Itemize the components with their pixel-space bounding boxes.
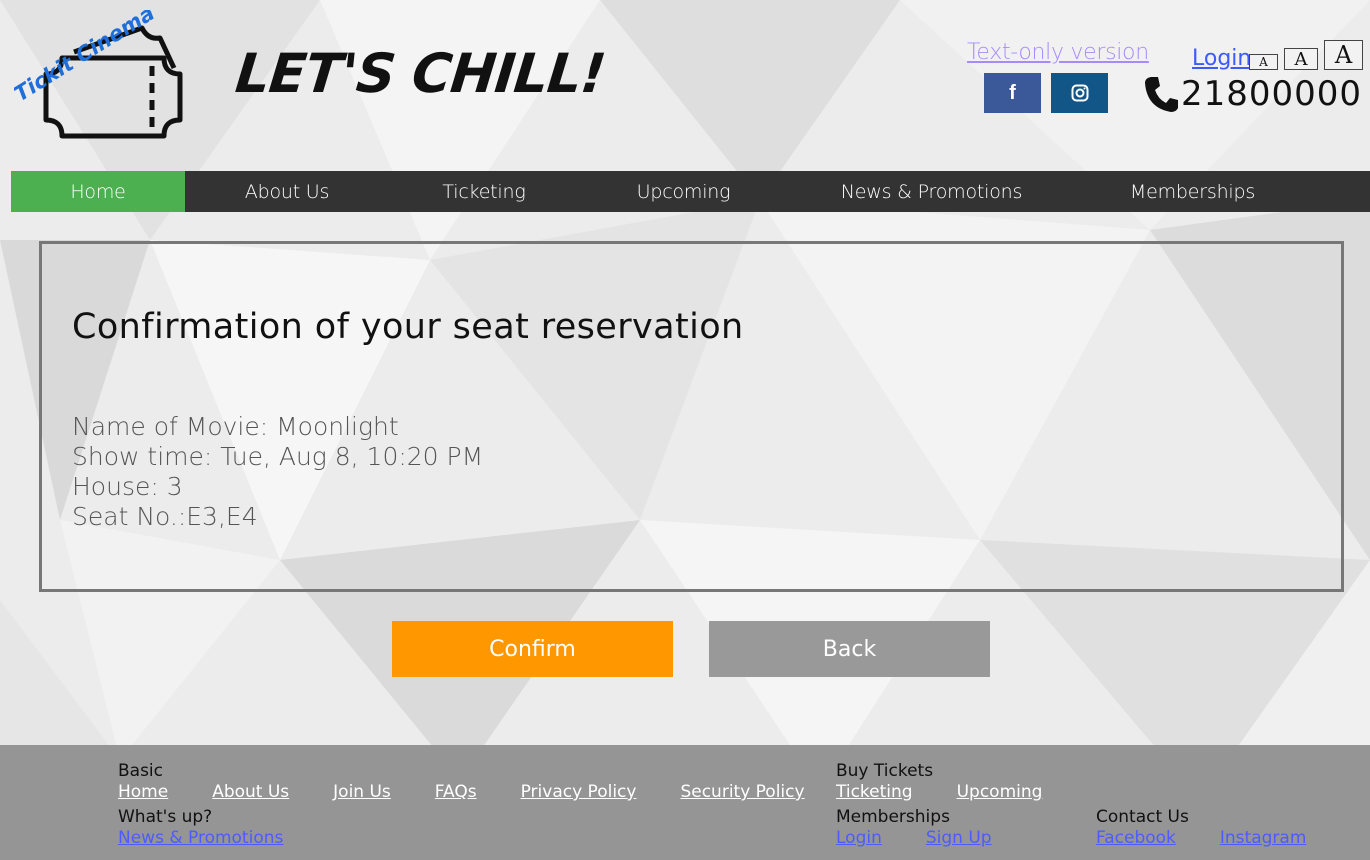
text-only-version-link[interactable]: Text-only version [967, 40, 1149, 65]
phone-icon [1145, 77, 1178, 112]
instagram-glyph [1071, 84, 1088, 102]
footer-link-faqs[interactable]: FAQs [435, 782, 477, 802]
confirm-button[interactable]: Confirm [392, 621, 673, 677]
footer-link-sign-up[interactable]: Sign Up [926, 828, 992, 848]
footer-link-instagram[interactable]: Instagram [1220, 828, 1307, 848]
back-button[interactable]: Back [709, 621, 990, 677]
nav-memberships[interactable]: Memberships [1075, 171, 1310, 212]
house-number: House: 3 [72, 472, 183, 501]
footer-link-ticketing[interactable]: Ticketing [836, 782, 913, 802]
font-medium-button[interactable]: A [1284, 48, 1318, 70]
footer-link-upcoming[interactable]: Upcoming [957, 782, 1043, 802]
phone-contact: 21800000 [1143, 74, 1362, 114]
movie-name: Name of Movie: Moonlight [72, 412, 399, 441]
social-buttons: f [984, 73, 1108, 113]
footer-link-privacy-policy[interactable]: Privacy Policy [521, 782, 637, 802]
reservation-card: Confirmation of your seat reservation Na… [39, 241, 1344, 592]
nav-about-us[interactable]: About Us [185, 171, 389, 212]
footer-memberships-links: Login Sign Up [836, 828, 992, 848]
phone-number: 21800000 [1181, 74, 1363, 114]
main-navigation: Home About Us Ticketing Upcoming News & … [11, 171, 1370, 212]
footer-link-security-policy[interactable]: Security Policy [680, 782, 804, 802]
footer: Basic Home About Us Join Us FAQs Privacy… [0, 745, 1370, 860]
login-link[interactable]: Login [1192, 46, 1251, 71]
footer-link-about-us[interactable]: About Us [212, 782, 289, 802]
footer-buy-tickets-heading: Buy Tickets [836, 761, 934, 781]
slogan: LET'S CHILL! [232, 42, 609, 105]
instagram-icon[interactable] [1051, 73, 1108, 113]
footer-link-facebook[interactable]: Facebook [1096, 828, 1176, 848]
footer-link-join-us[interactable]: Join Us [333, 782, 391, 802]
nav-news-promotions[interactable]: News & Promotions [788, 171, 1075, 212]
footer-basic-heading: Basic [118, 761, 164, 781]
font-large-button[interactable]: A [1324, 40, 1363, 70]
font-size-controls: A A A [1249, 40, 1363, 70]
cinema-logo[interactable]: Tickit Cinema [10, 1, 194, 155]
show-time: Show time: Tue, Aug 8, 10:20 PM [72, 442, 484, 471]
page-title: Confirmation of your seat reservation [72, 307, 744, 347]
nav-home[interactable]: Home [11, 171, 185, 212]
reservation-details: Name of Movie: Moonlight Show time: Tue,… [72, 412, 483, 532]
footer-memberships-heading: Memberships [836, 807, 950, 827]
facebook-icon[interactable]: f [984, 73, 1041, 113]
seat-numbers: Seat No.:E3,E4 [72, 502, 258, 531]
footer-buy-tickets-links: Ticketing Upcoming [836, 782, 1042, 802]
footer-whats-up-heading: What's up? [118, 807, 213, 827]
footer-link-home[interactable]: Home [118, 782, 168, 802]
footer-contact-links: Facebook Instagram [1096, 828, 1306, 848]
nav-ticketing[interactable]: Ticketing [389, 171, 579, 212]
footer-basic-links: Home About Us Join Us FAQs Privacy Polic… [118, 782, 805, 802]
footer-link-login[interactable]: Login [836, 828, 882, 848]
footer-whats-up-links: News & Promotions [118, 828, 283, 848]
ticket-icon: Tickit Cinema [10, 1, 183, 139]
nav-upcoming[interactable]: Upcoming [579, 171, 788, 212]
footer-contact-heading: Contact Us [1096, 807, 1189, 827]
font-small-button[interactable]: A [1249, 54, 1278, 70]
footer-link-news-promotions[interactable]: News & Promotions [118, 828, 283, 848]
